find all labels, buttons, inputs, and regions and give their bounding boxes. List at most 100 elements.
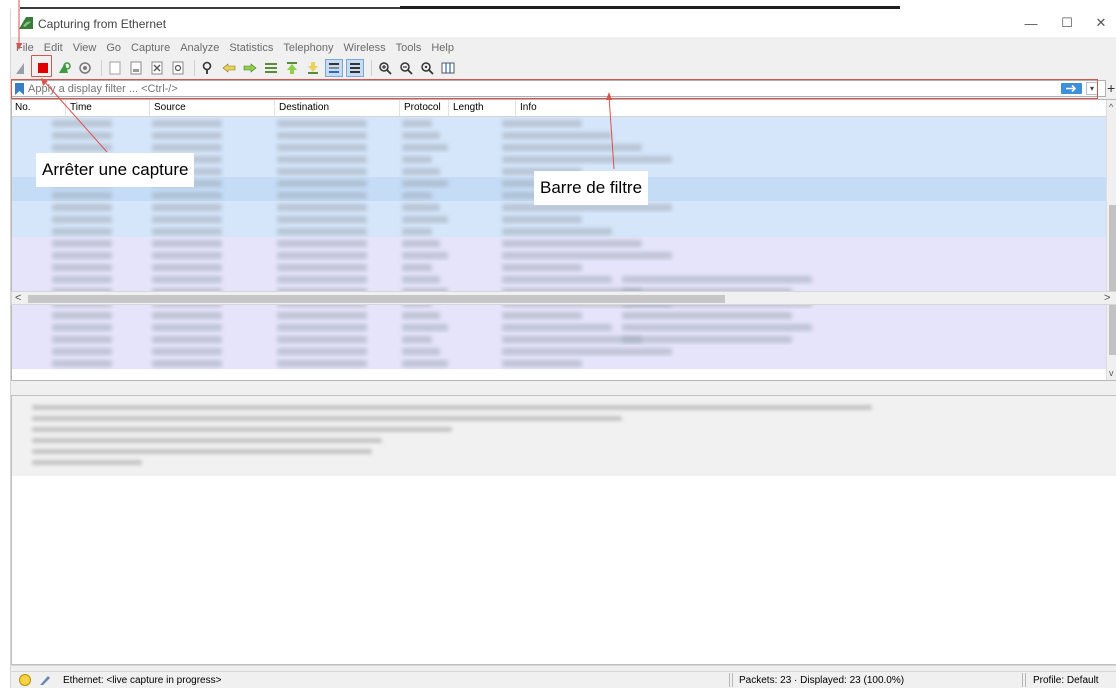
column-protocol[interactable]: Protocol bbox=[404, 102, 441, 113]
find-packet-button[interactable] bbox=[199, 59, 217, 77]
zoom-out-button[interactable] bbox=[397, 59, 415, 77]
horizontal-scroll-thumb[interactable] bbox=[28, 295, 725, 303]
close-button[interactable]: ✕ bbox=[1083, 13, 1116, 33]
table-row[interactable] bbox=[12, 321, 1106, 333]
scroll-up-arrow-icon[interactable]: ^ bbox=[1109, 102, 1113, 112]
menu-help[interactable]: Help bbox=[426, 39, 459, 57]
menu-file[interactable]: File bbox=[11, 39, 39, 57]
minimize-button[interactable]: — bbox=[1013, 13, 1049, 33]
packet-list-horizontal-scrollbar[interactable]: < > bbox=[11, 291, 1116, 305]
add-filter-button[interactable]: + bbox=[1107, 81, 1115, 95]
colorize-button[interactable] bbox=[346, 59, 364, 77]
column-separator[interactable] bbox=[399, 100, 400, 116]
display-filter-input[interactable] bbox=[28, 81, 1058, 96]
stop-capture-button[interactable] bbox=[34, 59, 52, 77]
table-row[interactable] bbox=[12, 309, 1106, 321]
menu-tools[interactable]: Tools bbox=[391, 39, 427, 57]
menu-statistics[interactable]: Statistics bbox=[224, 39, 278, 57]
blurred-cell bbox=[277, 360, 367, 367]
column-no[interactable]: No. bbox=[15, 102, 31, 113]
go-forward-button[interactable] bbox=[241, 59, 259, 77]
vertical-scroll-thumb[interactable] bbox=[1109, 205, 1116, 355]
go-to-packet-button[interactable] bbox=[262, 59, 280, 77]
column-time[interactable]: Time bbox=[70, 102, 92, 113]
column-separator[interactable] bbox=[274, 100, 275, 116]
scroll-right-arrow-icon[interactable]: > bbox=[1104, 293, 1110, 304]
blurred-cell bbox=[277, 192, 367, 199]
zoom-in-button[interactable] bbox=[376, 59, 394, 77]
capture-status-led-icon[interactable] bbox=[19, 674, 31, 686]
reload-file-button[interactable] bbox=[169, 59, 187, 77]
column-source[interactable]: Source bbox=[154, 102, 186, 113]
blurred-cell bbox=[402, 204, 440, 211]
table-row[interactable] bbox=[12, 225, 1106, 237]
go-back-button[interactable] bbox=[220, 59, 238, 77]
blurred-cell bbox=[622, 324, 812, 331]
table-row[interactable] bbox=[12, 273, 1106, 285]
column-length[interactable]: Length bbox=[453, 102, 484, 113]
details-line bbox=[32, 460, 142, 465]
go-to-packet-icon bbox=[265, 63, 277, 73]
blurred-cell bbox=[152, 240, 222, 247]
go-last-button[interactable] bbox=[304, 59, 322, 77]
blurred-cell bbox=[52, 216, 112, 223]
open-file-button[interactable] bbox=[106, 59, 124, 77]
go-first-button[interactable] bbox=[283, 59, 301, 77]
blurred-cell bbox=[402, 264, 432, 271]
table-row[interactable] bbox=[12, 213, 1106, 225]
edit-comment-icon[interactable] bbox=[39, 674, 51, 686]
scroll-down-arrow-icon[interactable]: v bbox=[1109, 368, 1114, 378]
blurred-cell bbox=[152, 204, 222, 211]
capture-options-button[interactable] bbox=[76, 59, 94, 77]
close-file-button[interactable] bbox=[148, 59, 166, 77]
blurred-cell bbox=[622, 336, 792, 343]
status-profile-text[interactable]: Profile: Default bbox=[1033, 675, 1099, 686]
autoscroll-button[interactable] bbox=[325, 59, 343, 77]
shark-fin-start-icon bbox=[16, 63, 24, 74]
zoom-normal-button[interactable] bbox=[418, 59, 436, 77]
blurred-cell bbox=[502, 132, 612, 139]
scroll-left-arrow-icon[interactable]: < bbox=[15, 293, 21, 304]
blurred-cell bbox=[277, 312, 367, 319]
menu-analyze[interactable]: Analyze bbox=[175, 39, 224, 57]
apply-filter-button[interactable] bbox=[1061, 83, 1082, 94]
start-capture-button[interactable] bbox=[13, 59, 31, 77]
filter-bookmark-icon[interactable] bbox=[15, 83, 24, 95]
blurred-cell bbox=[277, 264, 367, 271]
table-row[interactable] bbox=[12, 117, 1106, 129]
table-row[interactable] bbox=[12, 129, 1106, 141]
column-destination[interactable]: Destination bbox=[279, 102, 329, 113]
table-row[interactable] bbox=[12, 345, 1106, 357]
go-first-icon bbox=[287, 62, 297, 74]
menu-go[interactable]: Go bbox=[101, 39, 126, 57]
table-row[interactable] bbox=[12, 249, 1106, 261]
column-separator[interactable] bbox=[448, 100, 449, 116]
blurred-cell bbox=[52, 204, 112, 211]
zoom-normal-icon bbox=[421, 62, 434, 75]
table-row[interactable] bbox=[12, 141, 1106, 153]
blurred-cell bbox=[152, 276, 222, 283]
table-row[interactable] bbox=[12, 237, 1106, 249]
column-separator[interactable] bbox=[65, 100, 66, 116]
column-info[interactable]: Info bbox=[520, 102, 537, 113]
menu-view[interactable]: View bbox=[68, 39, 102, 57]
table-row[interactable] bbox=[12, 333, 1106, 345]
menu-edit[interactable]: Edit bbox=[39, 39, 68, 57]
blurred-cell bbox=[52, 324, 112, 331]
packet-list-vertical-scrollbar[interactable]: ^ v bbox=[1106, 100, 1116, 380]
column-separator[interactable] bbox=[515, 100, 516, 116]
table-row[interactable] bbox=[12, 357, 1106, 369]
resize-columns-button[interactable] bbox=[439, 59, 457, 77]
blurred-cell bbox=[277, 132, 367, 139]
menu-wireless[interactable]: Wireless bbox=[339, 39, 391, 57]
restart-capture-button[interactable] bbox=[55, 59, 73, 77]
go-forward-icon bbox=[243, 63, 257, 73]
menu-capture[interactable]: Capture bbox=[126, 39, 175, 57]
column-separator[interactable] bbox=[149, 100, 150, 116]
menu-telephony[interactable]: Telephony bbox=[278, 39, 338, 57]
table-row[interactable] bbox=[12, 261, 1106, 273]
save-file-button[interactable] bbox=[127, 59, 145, 77]
filter-history-dropdown[interactable]: ▾ bbox=[1086, 82, 1098, 95]
blurred-cell bbox=[402, 192, 432, 199]
maximize-button[interactable]: ☐ bbox=[1049, 13, 1085, 33]
